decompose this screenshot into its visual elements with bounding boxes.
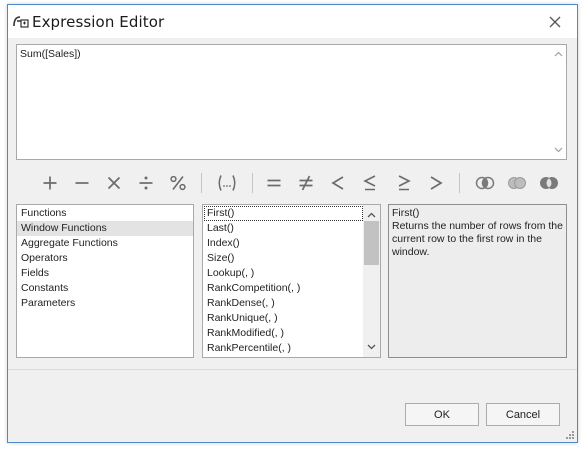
less-than-button[interactable]	[324, 171, 352, 195]
expression-editor-window: Expression Editor Sum([Sales]) Functions…	[7, 4, 578, 443]
function-item[interactable]: Lookup(, )	[204, 266, 363, 281]
function-item[interactable]: Size()	[204, 251, 363, 266]
scroll-up-icon[interactable]	[367, 209, 376, 221]
category-item-aggregate-functions[interactable]: Aggregate Functions	[17, 236, 193, 251]
title-bar[interactable]: Expression Editor	[8, 5, 577, 38]
description-panel: First() Returns the number of rows from …	[388, 204, 567, 358]
function-list[interactable]: First() Last() Index() Size() Lookup(, )…	[202, 204, 381, 358]
operator-toolbar	[16, 167, 567, 199]
multiply-button[interactable]	[100, 171, 128, 195]
category-item-fields[interactable]: Fields	[17, 266, 193, 281]
scroll-down-icon[interactable]	[550, 143, 566, 157]
function-item[interactable]: RankUnique(, )	[204, 311, 363, 326]
function-item[interactable]: RankModified(, )	[204, 326, 363, 341]
function-item[interactable]: Last()	[204, 221, 363, 236]
greater-than-button[interactable]	[422, 171, 450, 195]
less-equal-button[interactable]	[356, 171, 384, 195]
toolbar-separator	[459, 173, 460, 193]
scroll-down-icon[interactable]	[367, 341, 376, 353]
category-item-operators[interactable]: Operators	[17, 251, 193, 266]
category-item-window-functions[interactable]: Window Functions	[17, 221, 193, 236]
greater-equal-button[interactable]	[390, 171, 418, 195]
percent-button[interactable]	[164, 171, 192, 195]
toolbar-separator	[252, 173, 253, 193]
cancel-button[interactable]: Cancel	[486, 403, 560, 426]
expression-text: Sum([Sales])	[20, 48, 81, 60]
and-icon[interactable]	[471, 171, 499, 195]
description-text: Returns the number of rows from the curr…	[392, 220, 563, 258]
category-item-constants[interactable]: Constants	[17, 281, 193, 296]
function-item[interactable]: First()	[204, 206, 363, 221]
plus-button[interactable]	[36, 171, 64, 195]
divide-button[interactable]	[132, 171, 160, 195]
resize-grip-icon[interactable]	[565, 430, 575, 440]
or-icon[interactable]	[503, 171, 531, 195]
window-title: Expression Editor	[32, 13, 165, 31]
close-icon[interactable]	[547, 14, 563, 30]
description-title: First()	[392, 207, 420, 219]
ok-button[interactable]: OK	[405, 403, 479, 426]
category-item-functions[interactable]: Functions	[17, 206, 193, 221]
category-item-parameters[interactable]: Parameters	[17, 296, 193, 311]
not-icon[interactable]	[535, 171, 563, 195]
scroll-up-icon[interactable]	[550, 47, 566, 61]
editor-scrollbar[interactable]	[550, 45, 566, 159]
toolbar-separator	[201, 173, 202, 193]
not-equal-button[interactable]	[292, 171, 320, 195]
expression-editor-icon	[12, 14, 30, 30]
function-item[interactable]: Index()	[204, 236, 363, 251]
function-item[interactable]: RankPercentile(, )	[204, 341, 363, 356]
function-item[interactable]: RankCompetition(, )	[204, 281, 363, 296]
equal-button[interactable]	[260, 171, 288, 195]
footer-divider	[8, 369, 577, 370]
category-list[interactable]: Functions Window Functions Aggregate Fun…	[16, 204, 194, 358]
function-list-scrollbar[interactable]	[363, 205, 380, 357]
parentheses-button[interactable]	[212, 171, 242, 195]
scroll-thumb[interactable]	[364, 221, 379, 265]
minus-button[interactable]	[68, 171, 96, 195]
function-item[interactable]: RankDense(, )	[204, 296, 363, 311]
expression-input[interactable]: Sum([Sales])	[16, 44, 567, 160]
